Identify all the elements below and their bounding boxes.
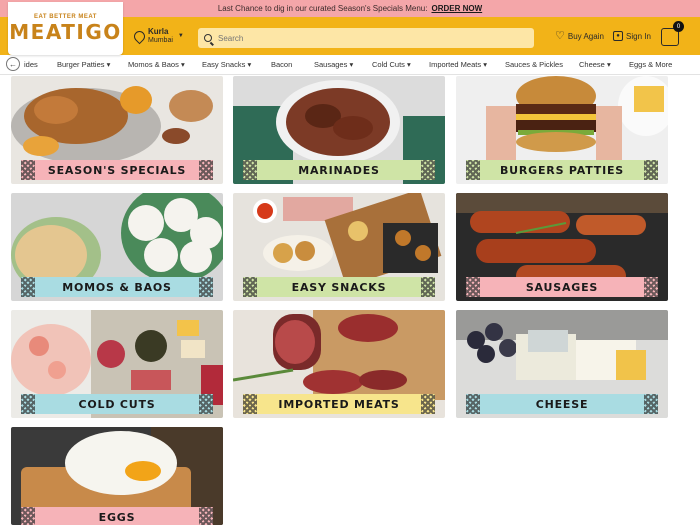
chevron-down-icon: ▾	[407, 60, 411, 69]
logo-name: MEATIGO	[9, 19, 122, 44]
tile-label: IMPORTED MEATS	[243, 394, 435, 414]
tile-label: MOMOS & BAOS	[21, 277, 213, 297]
user-icon: ●	[613, 31, 623, 41]
category-tile-cheese[interactable]: CHEESE	[456, 310, 668, 418]
cart-count-badge: 0	[673, 21, 684, 32]
category-tile-seasons-specials[interactable]: SEASON'S SPECIALS	[11, 76, 223, 184]
tile-label: SEASON'S SPECIALS	[21, 160, 213, 180]
nav-item-burger-patties[interactable]: Burger Patties ▾	[57, 60, 110, 69]
search-input[interactable]	[218, 33, 518, 43]
category-tile-marinades[interactable]: MARINADES	[233, 76, 445, 184]
nav-back-arrow-icon[interactable]: ←	[6, 57, 20, 71]
category-tile-momos-baos[interactable]: MOMOS & BAOS	[11, 193, 223, 301]
category-tile-cold-cuts[interactable]: COLD CUTS	[11, 310, 223, 418]
category-tile-sausages[interactable]: SAUSAGES	[456, 193, 668, 301]
nav-item-sides[interactable]: ides	[24, 60, 38, 69]
tile-label: CHEESE	[466, 394, 658, 414]
nav-item-sausages[interactable]: Sausages ▾	[314, 60, 353, 69]
nav-item-cold-cuts[interactable]: Cold Cuts ▾	[372, 60, 411, 69]
tile-label: COLD CUTS	[21, 394, 213, 414]
nav-item-imported-meats[interactable]: Imported Meats ▾	[429, 60, 487, 69]
chevron-down-icon: ▾	[106, 60, 111, 69]
search-icon	[204, 34, 212, 42]
tile-label: EASY SNACKS	[243, 277, 435, 297]
chevron-down-icon: ▾	[349, 60, 354, 69]
logo[interactable]: EAT BETTER MEAT MEATIGO	[8, 2, 123, 55]
tile-label: MARINADES	[243, 160, 435, 180]
promo-text: Last Chance to dig in our curated Season…	[217, 4, 428, 13]
sign-in-button[interactable]: ● Sign In	[613, 31, 651, 41]
tile-label: EGGS	[21, 507, 213, 525]
chevron-down-icon: ▾	[180, 60, 185, 69]
order-now-link[interactable]: ORDER NOW	[431, 4, 482, 13]
category-nav: ← ides Burger Patties ▾ Momos & Baos ▾ E…	[0, 55, 700, 75]
nav-item-eggs-more[interactable]: Eggs & More	[629, 60, 672, 69]
tile-label: BURGERS PATTIES	[466, 160, 658, 180]
category-tile-eggs[interactable]: EGGS	[11, 427, 223, 525]
nav-item-easy-snacks[interactable]: Easy Snacks ▾	[202, 60, 251, 69]
category-tile-imported-meats[interactable]: IMPORTED MEATS	[233, 310, 445, 418]
buy-again-button[interactable]: ♡ Buy Again	[555, 30, 604, 42]
tile-label: SAUSAGES	[466, 277, 658, 297]
chevron-down-icon: ▾	[247, 60, 252, 69]
location-region: Mumbai	[148, 37, 173, 44]
nav-item-momos-baos[interactable]: Momos & Baos ▾	[128, 60, 185, 69]
heart-icon: ♡	[555, 30, 565, 42]
sign-in-label: Sign In	[626, 31, 651, 41]
search-bar[interactable]	[198, 28, 534, 48]
cart-button[interactable]: 0	[661, 21, 684, 46]
nav-item-sauces-pickles[interactable]: Sauces & Pickles	[505, 60, 563, 69]
nav-item-bacon[interactable]: Bacon	[271, 60, 292, 69]
location-pin-icon	[131, 28, 148, 44]
chevron-down-icon: ▾	[483, 60, 487, 69]
chevron-down-icon: ▾	[606, 60, 611, 69]
category-tile-burgers-patties[interactable]: BURGERS PATTIES	[456, 76, 668, 184]
buy-again-label: Buy Again	[567, 31, 604, 41]
location-city: Kurla	[148, 27, 169, 36]
category-tile-easy-snacks[interactable]: EASY SNACKS	[233, 193, 445, 301]
nav-item-cheese[interactable]: Cheese ▾	[579, 60, 611, 69]
location-selector[interactable]: Kurla Mumbai ▼	[131, 27, 184, 45]
chevron-down-icon: ▼	[177, 33, 184, 39]
